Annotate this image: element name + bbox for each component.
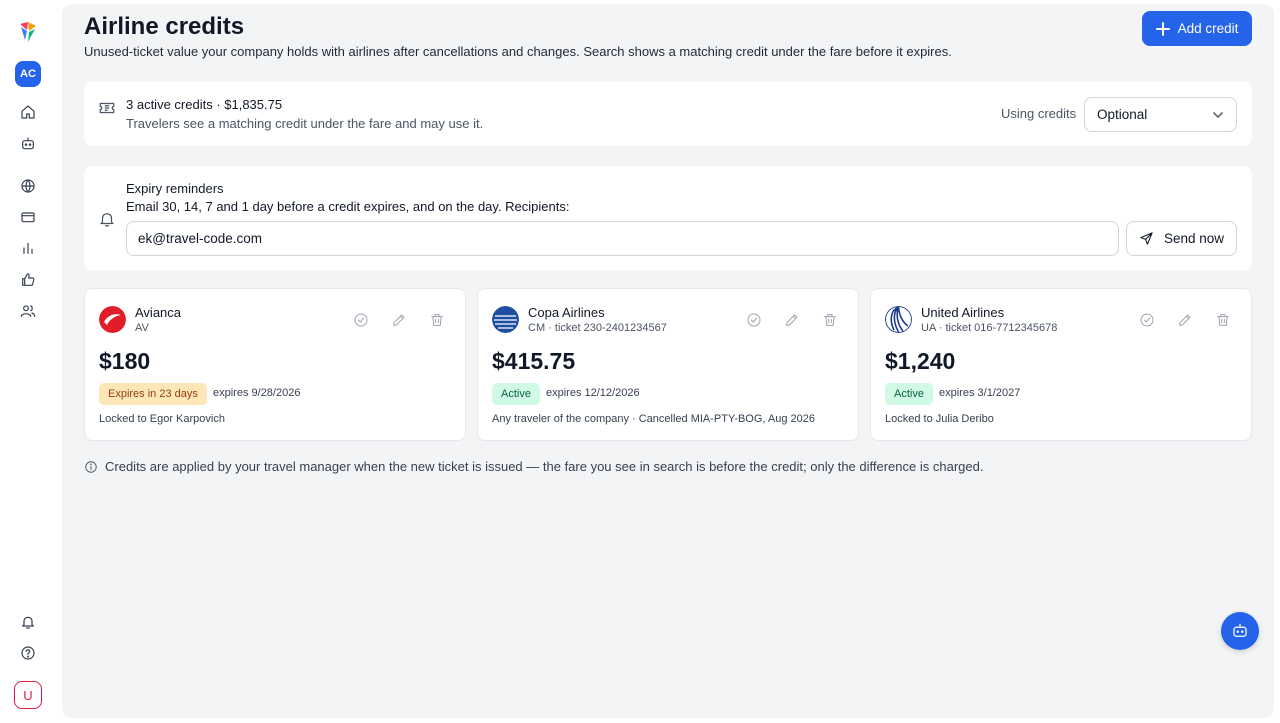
thumbs-up-icon[interactable] [14, 266, 42, 294]
airline-name: Avianca [135, 305, 182, 320]
credit-amount: $180 [99, 348, 151, 374]
ticket-icon [98, 99, 116, 117]
trash-icon[interactable] [1215, 312, 1231, 328]
bell-icon[interactable] [14, 608, 42, 636]
send-now-label: Send now [1163, 231, 1225, 246]
credit-card-avianca: Avianca AV $180 Expires in 23 days expir… [84, 288, 466, 441]
chevron-down-icon [1213, 111, 1223, 118]
org-avatar[interactable]: AC [15, 61, 41, 87]
reminders-title: Expiry reminders [126, 181, 224, 196]
main-panel: Airline credits Unused-ticket value your… [62, 4, 1274, 718]
airline-meta: CM · ticket 230-2401234567 [528, 322, 667, 334]
chat-assistant-button[interactable] [1221, 612, 1259, 650]
edit-icon[interactable] [784, 312, 800, 328]
expiry-date: expires 12/12/2026 [546, 387, 640, 399]
credit-amount: $1,240 [885, 348, 956, 374]
credit-note: Locked to Julia Deribo [885, 413, 994, 425]
avianca-logo-icon [99, 306, 126, 333]
add-credit-label: Add credit [1177, 21, 1239, 36]
expiry-date: expires 3/1/2027 [939, 387, 1021, 399]
credit-actions [746, 312, 838, 328]
status-badge: Expires in 23 days [99, 383, 207, 405]
send-now-button[interactable]: Send now [1126, 221, 1237, 256]
footnote: Credits are applied by your travel manag… [84, 459, 983, 474]
info-icon [85, 460, 97, 473]
home-icon[interactable] [14, 98, 42, 126]
status-badge: Active [492, 383, 540, 405]
mark-used-icon[interactable] [1139, 312, 1155, 328]
mark-used-icon[interactable] [746, 312, 762, 328]
trash-icon[interactable] [429, 312, 445, 328]
users-icon[interactable] [14, 297, 42, 325]
airline-meta: UA · ticket 016-7712345678 [921, 322, 1058, 334]
credit-card-copa: Copa Airlines CM · ticket 230-2401234567… [477, 288, 859, 441]
credit-note: Any traveler of the company · Cancelled … [492, 413, 816, 425]
page-subtitle: Unused-ticket value your company holds w… [84, 44, 952, 59]
expiry-date: expires 9/28/2026 [213, 387, 301, 399]
add-credit-button[interactable]: Add credit [1142, 11, 1252, 46]
card-icon[interactable] [14, 203, 42, 231]
airline-name: United Airlines [921, 305, 1005, 320]
airline-meta: AV [135, 322, 149, 334]
chat-bot-icon [1233, 623, 1247, 637]
send-icon [1140, 232, 1153, 245]
edit-icon[interactable] [1177, 312, 1193, 328]
airline-name: Copa Airlines [528, 305, 605, 320]
using-credits-label: Using credits [1001, 106, 1077, 121]
app-logo-icon[interactable] [17, 20, 39, 44]
credits-summary-card: 3 active credits · $1,835.75 Travelers s… [84, 82, 1252, 146]
united-logo-icon [885, 306, 912, 333]
globe-icon[interactable] [14, 172, 42, 200]
summary-headline: 3 active credits · $1,835.75 [126, 97, 283, 112]
expiry-reminders-card: Expiry reminders Email 30, 14, 7 and 1 d… [84, 166, 1252, 270]
copa-logo-icon [492, 306, 519, 333]
credit-actions [1139, 312, 1231, 328]
using-credits-value: Optional [1097, 107, 1148, 122]
credit-amount: $415.75 [492, 348, 576, 374]
credit-card-united: United Airlines UA · ticket 016-77123456… [870, 288, 1252, 441]
page-title: Airline credits [84, 13, 245, 40]
edit-icon[interactable] [391, 312, 407, 328]
using-credits-select[interactable]: Optional [1084, 97, 1237, 132]
chat-bot-icon[interactable] [14, 130, 42, 158]
help-icon[interactable] [14, 639, 42, 667]
user-avatar[interactable]: U [14, 681, 42, 709]
sidebar: AC U [0, 0, 56, 723]
mark-used-icon[interactable] [353, 312, 369, 328]
credit-actions [353, 312, 445, 328]
status-badge: Active [885, 383, 933, 405]
bar-chart-icon[interactable] [14, 234, 42, 262]
summary-text: Travelers see a matching credit under th… [126, 116, 484, 131]
trash-icon[interactable] [822, 312, 838, 328]
bell-icon [98, 210, 116, 228]
reminders-description: Email 30, 14, 7 and 1 day before a credi… [126, 199, 570, 214]
recipients-input[interactable] [126, 221, 1119, 256]
credit-note: Locked to Egor Karpovich [99, 413, 225, 425]
plus-icon [1155, 21, 1170, 36]
footnote-text: Credits are applied by your travel manag… [105, 459, 984, 474]
